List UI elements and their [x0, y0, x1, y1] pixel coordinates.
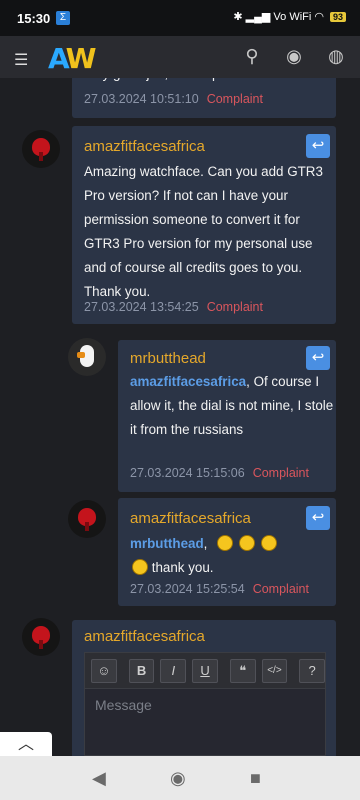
help-button[interactable]: ? — [299, 658, 326, 683]
comment-bubble: mrbutthead ↩ amazfitfacesafrica, Of cour… — [118, 340, 336, 492]
menu-icon[interactable]: ☰ — [14, 50, 28, 70]
message-editor: ☺ B I U ❝ </> ? Message — [84, 652, 326, 756]
status-indicators: ✱ ▂▄▆ Vo WiFi ◠ — [233, 11, 324, 23]
underline-button[interactable]: U — [192, 658, 218, 683]
status-time: 15:30 — [17, 11, 51, 26]
comments-feed: very good job, GTR3-pro version? 27.03.2… — [0, 78, 360, 756]
quote-button[interactable]: ❝ — [229, 658, 256, 683]
italic-button[interactable]: I — [160, 658, 187, 683]
mention-link[interactable]: amazfitfacesafrica — [130, 374, 246, 389]
comment-text: very good job, GTR3-pro version? — [84, 78, 286, 86]
smiley-icon — [261, 535, 278, 551]
smiley-icon — [239, 535, 256, 551]
message-input[interactable]: Message — [85, 689, 325, 721]
site-logo[interactable]: AW — [48, 42, 97, 75]
comment-bubble: amazfitfacesafrica ↩ mrbutthead, thank y… — [118, 498, 336, 606]
comment-date: 27.03.2024 10:51:10 — [84, 92, 199, 106]
avatar[interactable] — [22, 618, 60, 656]
home-icon[interactable]: ◉ — [170, 768, 186, 789]
emoji-button[interactable]: ☺ — [91, 658, 117, 683]
android-nav-bar: ◀ ◉ ■ — [0, 756, 360, 800]
editor-toolbar: ☺ B I U ❝ </> ? — [85, 653, 326, 689]
account-icon[interactable]: ◉ — [284, 46, 304, 66]
reply-icon[interactable]: ↩ — [306, 506, 330, 530]
comment-text: amazfitfacesafrica, Of course I allow it… — [130, 374, 334, 437]
complaint-link[interactable]: Complaint — [207, 300, 263, 314]
app-notification-icon: Σ — [56, 11, 70, 25]
mention-link[interactable]: mrbutthead — [130, 536, 204, 551]
code-button[interactable]: </> — [261, 658, 288, 683]
status-icons: ✱ ▂▄▆ Vo WiFi ◠ 93 — [233, 10, 346, 23]
complaint-link[interactable]: Complaint — [207, 92, 263, 106]
avatar[interactable] — [68, 338, 106, 376]
status-bar: 15:30 Σ ✱ ▂▄▆ Vo WiFi ◠ 93 — [0, 0, 360, 36]
reply-icon[interactable]: ↩ — [306, 346, 330, 370]
recent-apps-icon[interactable]: ■ — [250, 768, 261, 789]
comment-date: 27.03.2024 15:15:06 — [130, 466, 245, 480]
complaint-link[interactable]: Complaint — [253, 466, 309, 480]
battery-icon: 93 — [329, 11, 346, 22]
comment-text: mrbutthead, thank you. — [130, 532, 334, 580]
complaint-link[interactable]: Complaint — [253, 582, 309, 596]
comment-author[interactable]: amazfitfacesafrica — [130, 510, 251, 527]
comment-bubble: amazfitfacesafrica ↩ Amazing watchface. … — [72, 126, 336, 324]
scroll-up-button[interactable]: ︿ — [0, 732, 52, 758]
smiley-icon — [132, 559, 148, 575]
comment-date: 27.03.2024 13:54:25 — [84, 300, 199, 314]
globe-icon[interactable]: ◍ — [326, 46, 346, 66]
comment-author[interactable]: amazfitfacesafrica — [84, 138, 205, 155]
avatar[interactable] — [68, 500, 106, 538]
comment-bubble: very good job, GTR3-pro version? 27.03.2… — [72, 78, 336, 118]
search-icon[interactable]: ⚲ — [242, 46, 262, 66]
reply-author: amazfitfacesafrica — [84, 628, 205, 645]
back-icon[interactable]: ◀ — [92, 768, 106, 789]
app-header: ☰ AW ⚲ ◉ ◍ — [0, 36, 360, 78]
comment-author[interactable]: mrbutthead — [130, 350, 206, 367]
avatar[interactable] — [22, 130, 60, 168]
comment-text: Amazing watchface. Can you add GTR3 Pro … — [84, 164, 323, 299]
bold-button[interactable]: B — [128, 658, 155, 683]
smiley-icon — [217, 535, 234, 551]
reply-icon[interactable]: ↩ — [306, 134, 330, 158]
comment-date: 27.03.2024 15:25:54 — [130, 582, 245, 596]
